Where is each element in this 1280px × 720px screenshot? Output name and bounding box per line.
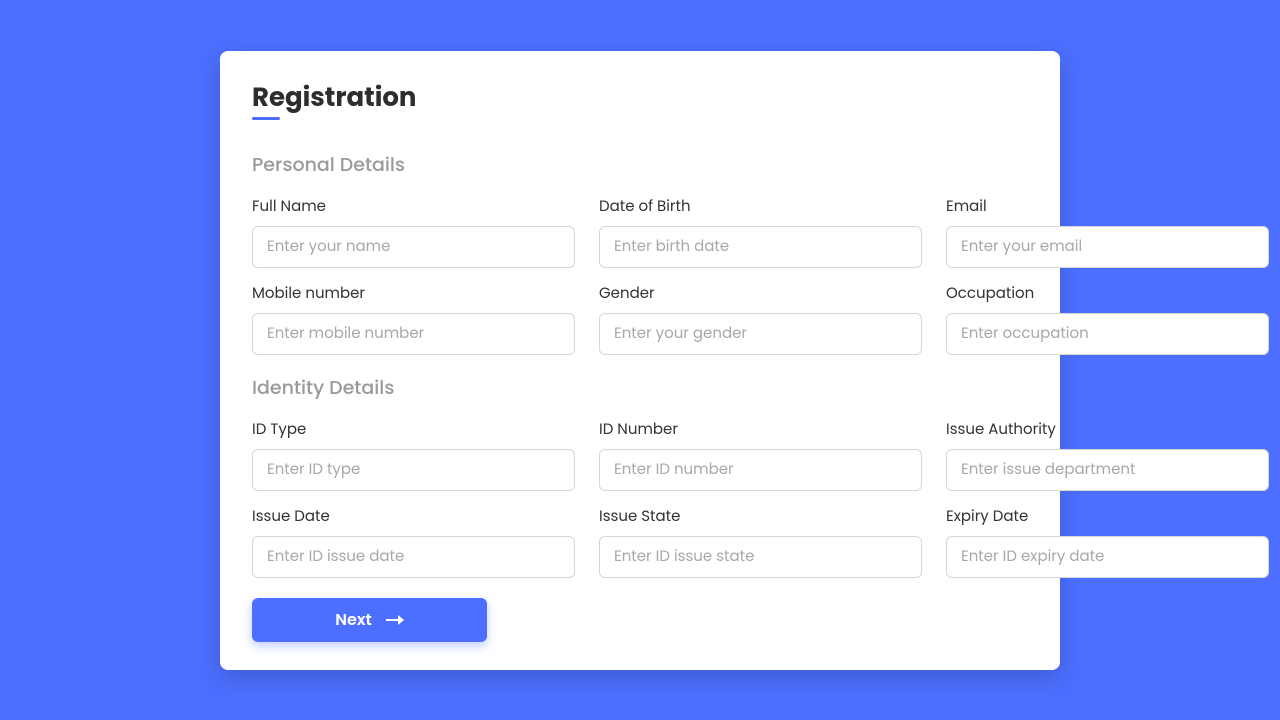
issue-date-input[interactable] xyxy=(252,536,575,578)
field-issue-authority: Issue Authority xyxy=(946,418,1269,491)
mobile-input[interactable] xyxy=(252,313,575,355)
registration-card: Registration Personal Details Full Name … xyxy=(220,51,1060,670)
full-name-input[interactable] xyxy=(252,226,575,268)
occupation-input[interactable] xyxy=(946,313,1269,355)
field-issue-date: Issue Date xyxy=(252,505,575,578)
label-id-number: ID Number xyxy=(599,418,922,441)
label-issue-date: Issue Date xyxy=(252,505,575,528)
page-title: Registration xyxy=(252,79,416,118)
label-expiry-date: Expiry Date xyxy=(946,505,1269,528)
email-input[interactable] xyxy=(946,226,1269,268)
field-id-number: ID Number xyxy=(599,418,922,491)
label-issue-authority: Issue Authority xyxy=(946,418,1269,441)
field-issue-state: Issue State xyxy=(599,505,922,578)
id-number-input[interactable] xyxy=(599,449,922,491)
next-button-label: Next xyxy=(335,607,371,632)
label-occupation: Occupation xyxy=(946,282,1269,305)
form-row: Issue Date Issue State Expiry Date xyxy=(252,505,1028,578)
expiry-date-input[interactable] xyxy=(946,536,1269,578)
label-dob: Date of Birth xyxy=(599,195,922,218)
label-gender: Gender xyxy=(599,282,922,305)
label-email: Email xyxy=(946,195,1269,218)
form-row: Mobile number Gender Occupation xyxy=(252,282,1028,355)
field-expiry-date: Expiry Date xyxy=(946,505,1269,578)
arrow-right-icon xyxy=(386,615,404,625)
label-full-name: Full Name xyxy=(252,195,575,218)
issue-authority-input[interactable] xyxy=(946,449,1269,491)
label-id-type: ID Type xyxy=(252,418,575,441)
field-email: Email xyxy=(946,195,1269,268)
section-heading-identity: Identity Details xyxy=(252,373,1028,402)
next-button[interactable]: Next xyxy=(252,598,487,642)
dob-input[interactable] xyxy=(599,226,922,268)
field-id-type: ID Type xyxy=(252,418,575,491)
field-dob: Date of Birth xyxy=(599,195,922,268)
field-mobile: Mobile number xyxy=(252,282,575,355)
issue-state-input[interactable] xyxy=(599,536,922,578)
field-full-name: Full Name xyxy=(252,195,575,268)
gender-input[interactable] xyxy=(599,313,922,355)
form-row: ID Type ID Number Issue Authority xyxy=(252,418,1028,491)
id-type-input[interactable] xyxy=(252,449,575,491)
field-occupation: Occupation xyxy=(946,282,1269,355)
label-issue-state: Issue State xyxy=(599,505,922,528)
field-gender: Gender xyxy=(599,282,922,355)
section-heading-personal: Personal Details xyxy=(252,150,1028,179)
label-mobile: Mobile number xyxy=(252,282,575,305)
form-row: Full Name Date of Birth Email xyxy=(252,195,1028,268)
